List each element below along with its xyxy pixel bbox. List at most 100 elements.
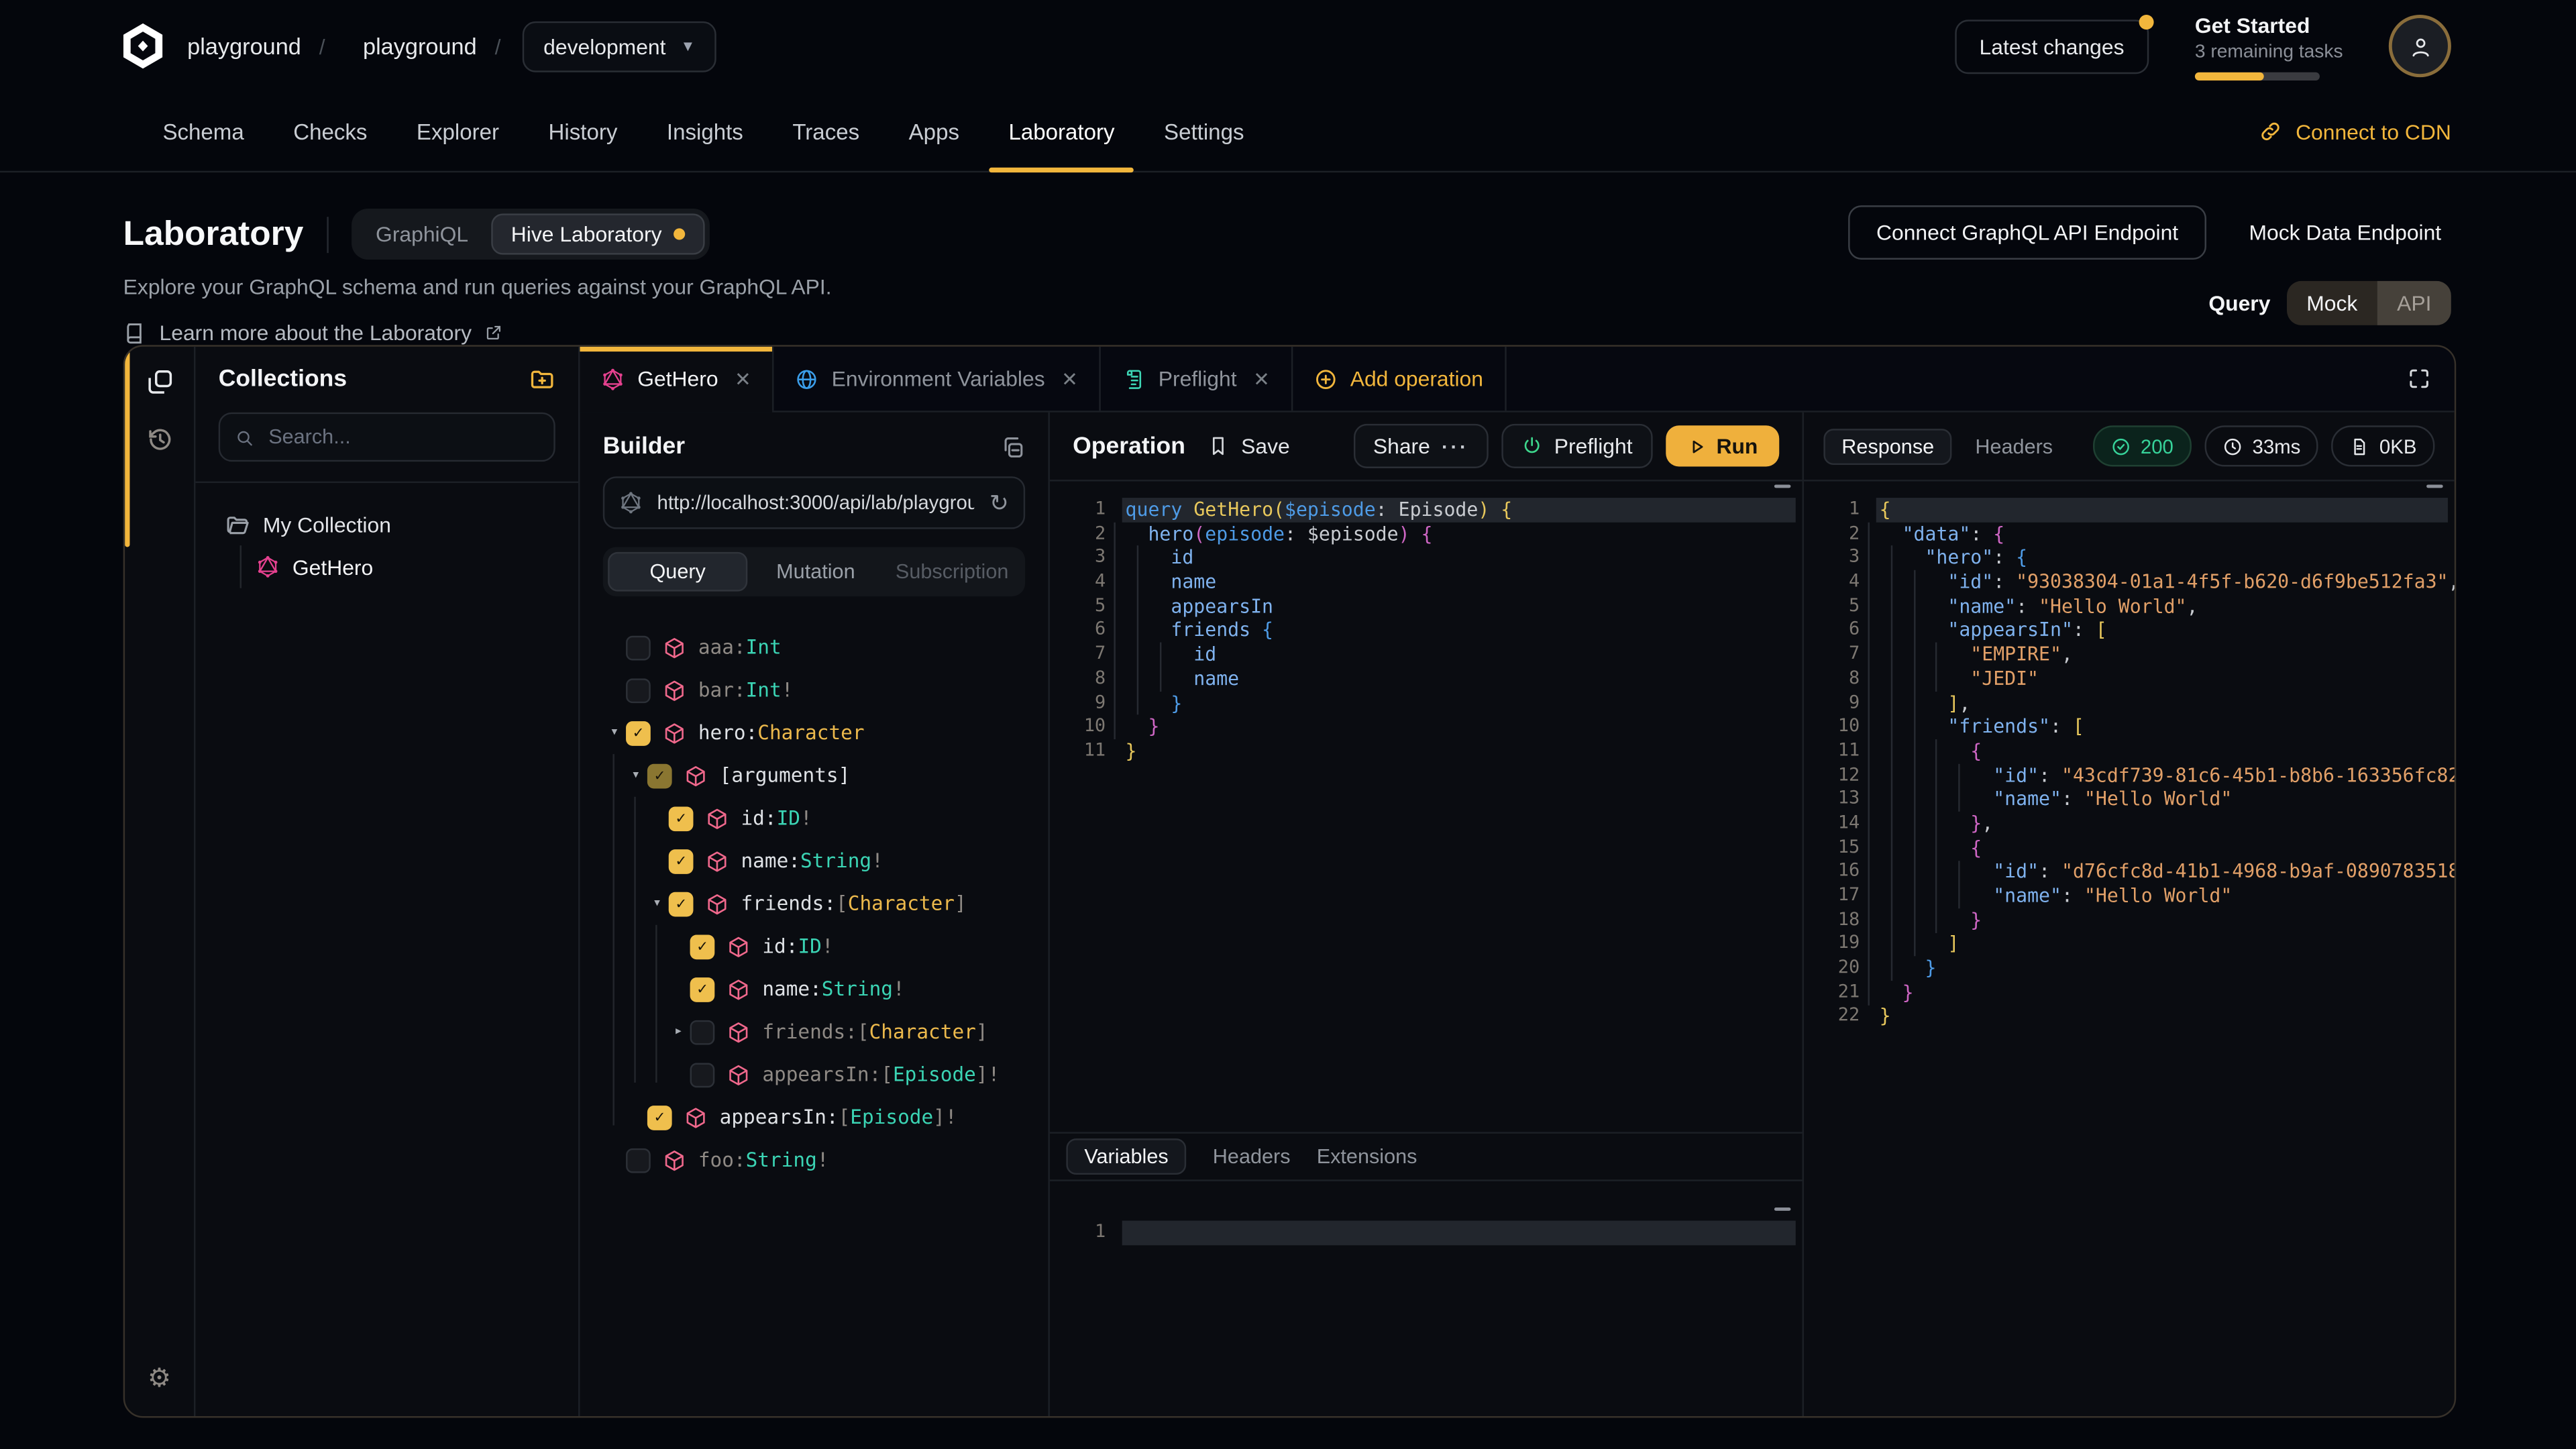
gear-icon[interactable]: ⚙ — [148, 1362, 171, 1395]
mode-option-graphiql[interactable]: GraphiQL — [356, 213, 488, 254]
tree-field-friends-[interactable]: ▾✓friends: [Character] — [580, 882, 1048, 925]
tree-field-aaa-[interactable]: aaa: Int — [580, 626, 1048, 669]
operation-kind-mutation[interactable]: Mutation — [747, 552, 883, 592]
tree-field--arguments-[interactable]: ▾✓[arguments] — [580, 754, 1048, 797]
field-type: String — [822, 977, 893, 1000]
nav-tab-insights[interactable]: Insights — [642, 92, 767, 171]
field-type: ] — [955, 892, 967, 915]
user-avatar[interactable] — [2389, 15, 2451, 77]
save-button[interactable]: Save — [1208, 434, 1290, 459]
collections-search[interactable] — [219, 413, 555, 462]
operation-kind-subscription[interactable]: Subscription — [884, 552, 1020, 592]
chevron-down-icon[interactable]: ▾ — [625, 767, 647, 784]
save-label: Save — [1241, 434, 1290, 459]
get-started-widget[interactable]: Get Started 3 remaining tasks — [2195, 12, 2346, 79]
close-icon[interactable]: ✕ — [735, 367, 751, 390]
preflight-button[interactable]: Preflight — [1501, 424, 1652, 468]
field-checkbox[interactable]: ✓ — [669, 849, 694, 873]
editor-fold-handle[interactable] — [1774, 484, 1790, 488]
run-label: Run — [1716, 434, 1758, 459]
nav-tab-schema[interactable]: Schema — [138, 92, 269, 171]
code-line: 4 "id": "93038304-01a1-4f5f-b620-d6f9be5… — [1804, 570, 2455, 594]
tab-gethero[interactable]: GetHero✕ — [580, 347, 773, 411]
search-input[interactable] — [265, 424, 539, 450]
connect-to-cdn-link[interactable]: Connect to CDN — [2259, 92, 2451, 171]
tree-field-name-[interactable]: ✓name: String! — [580, 967, 1048, 1010]
nav-tab-checks[interactable]: Checks — [268, 92, 392, 171]
field-checkbox[interactable] — [690, 1062, 715, 1087]
nav-tab-settings[interactable]: Settings — [1139, 92, 1269, 171]
tree-field-bar-[interactable]: bar: Int! — [580, 669, 1048, 712]
share-button[interactable]: Share ··· — [1354, 424, 1489, 468]
tree-field-id-[interactable]: ✓id: ID! — [580, 797, 1048, 840]
variables-editor[interactable]: 1 — [1050, 1181, 1803, 1416]
response-viewer[interactable]: 1{2 "data": {3 "hero": {4 "id": "9303830… — [1804, 482, 2455, 1416]
connect-endpoint-button[interactable]: Connect GraphQL API Endpoint — [1848, 205, 2206, 260]
nav-tab-laboratory[interactable]: Laboratory — [984, 92, 1140, 171]
tree-field-hero-[interactable]: ▾✓hero: Character — [580, 711, 1048, 754]
chevron-down-icon[interactable]: ▾ — [645, 896, 668, 912]
learn-more-link[interactable]: Learn more about the Laboratory — [160, 321, 472, 345]
close-icon[interactable]: ✕ — [1253, 367, 1270, 390]
tree-field-foo-[interactable]: foo: String! — [580, 1138, 1048, 1181]
response-tab-headers[interactable]: Headers — [1975, 435, 2053, 458]
editor-fold-handle[interactable] — [2426, 484, 2443, 488]
history-icon[interactable] — [146, 425, 174, 453]
collection-folder[interactable]: My Collection — [195, 502, 578, 545]
tab-preflight[interactable]: Preflight✕ — [1101, 347, 1293, 411]
nav-tab-traces[interactable]: Traces — [768, 92, 884, 171]
tree-field-id-[interactable]: ✓id: ID! — [580, 925, 1048, 968]
collection-operation-gethero[interactable]: GetHero — [241, 545, 578, 588]
add-folder-icon[interactable] — [529, 366, 555, 392]
refresh-icon[interactable]: ↻ — [989, 489, 1009, 517]
field-checkbox[interactable]: ✓ — [669, 806, 694, 830]
nav-tab-history[interactable]: History — [524, 92, 642, 171]
nav-tab-apps[interactable]: Apps — [884, 92, 984, 171]
tree-field-friends-[interactable]: ▸friends: [Character] — [580, 1010, 1048, 1053]
tree-field-appearsin-[interactable]: appearsIn: [Episode]! — [580, 1053, 1048, 1096]
sub-tab-extensions[interactable]: Extensions — [1317, 1145, 1417, 1168]
endpoint-option-mock[interactable]: Mock — [2287, 281, 2377, 325]
run-button[interactable]: Run — [1666, 425, 1780, 466]
nav-tab-explorer[interactable]: Explorer — [392, 92, 524, 171]
editor-fold-handle[interactable] — [1774, 1208, 1790, 1211]
response-tab-response[interactable]: Response — [1823, 428, 1952, 464]
field-checkbox[interactable]: ✓ — [690, 977, 715, 1002]
indent-guide — [1868, 522, 1869, 1005]
breadcrumb-org[interactable]: playground — [187, 33, 301, 59]
field-checkbox[interactable]: ✓ — [669, 892, 694, 916]
breadcrumb-project[interactable]: playground — [363, 33, 477, 59]
close-icon[interactable]: ✕ — [1061, 367, 1078, 390]
status-badge: 200 — [2093, 425, 2192, 466]
field-checkbox[interactable] — [626, 635, 651, 660]
field-checkbox[interactable]: ✓ — [647, 1105, 672, 1130]
field-checkbox[interactable] — [690, 1020, 715, 1044]
query-editor[interactable]: 1query GetHero($episode: Episode) {2 her… — [1050, 482, 1803, 1132]
latest-changes-button[interactable]: Latest changes — [1955, 19, 2149, 73]
sub-tab-variables[interactable]: Variables — [1066, 1138, 1186, 1175]
collapse-builder-icon[interactable] — [1000, 435, 1025, 460]
tab-environment-variables[interactable]: Environment Variables✕ — [774, 347, 1101, 411]
field-checkbox[interactable]: ✓ — [690, 934, 715, 959]
chevron-down-icon[interactable]: ▾ — [603, 724, 626, 741]
environment-select[interactable]: development ▼ — [522, 21, 716, 72]
tab-add-operation[interactable]: Add operation — [1293, 347, 1506, 411]
tree-field-name-[interactable]: ✓name: String! — [580, 839, 1048, 882]
field-checkbox[interactable]: ✓ — [626, 720, 651, 745]
tree-field-appearsin-[interactable]: ✓appearsIn: [Episode]! — [580, 1095, 1048, 1138]
operation-kind-query[interactable]: Query — [608, 552, 747, 592]
field-checkbox[interactable] — [626, 678, 651, 702]
mode-option-hive-laboratory[interactable]: Hive Laboratory — [491, 213, 704, 254]
field-checkbox[interactable]: ✓ — [647, 763, 672, 788]
field-checkbox[interactable] — [626, 1148, 651, 1173]
collections-icon[interactable] — [146, 368, 174, 396]
line-number: 6 — [1804, 619, 1876, 643]
mock-endpoint-button[interactable]: Mock Data Endpoint — [2239, 219, 2451, 247]
endpoint-url-input[interactable] — [654, 490, 978, 516]
chevron-right-icon[interactable]: ▸ — [667, 1024, 690, 1040]
endpoint-option-api[interactable]: API — [2377, 281, 2451, 325]
field-type: ! — [782, 678, 794, 701]
sub-tab-headers[interactable]: Headers — [1213, 1145, 1291, 1168]
code-line: 2 hero(episode: $episode) { — [1050, 522, 1803, 546]
fullscreen-icon[interactable] — [2407, 366, 2432, 391]
